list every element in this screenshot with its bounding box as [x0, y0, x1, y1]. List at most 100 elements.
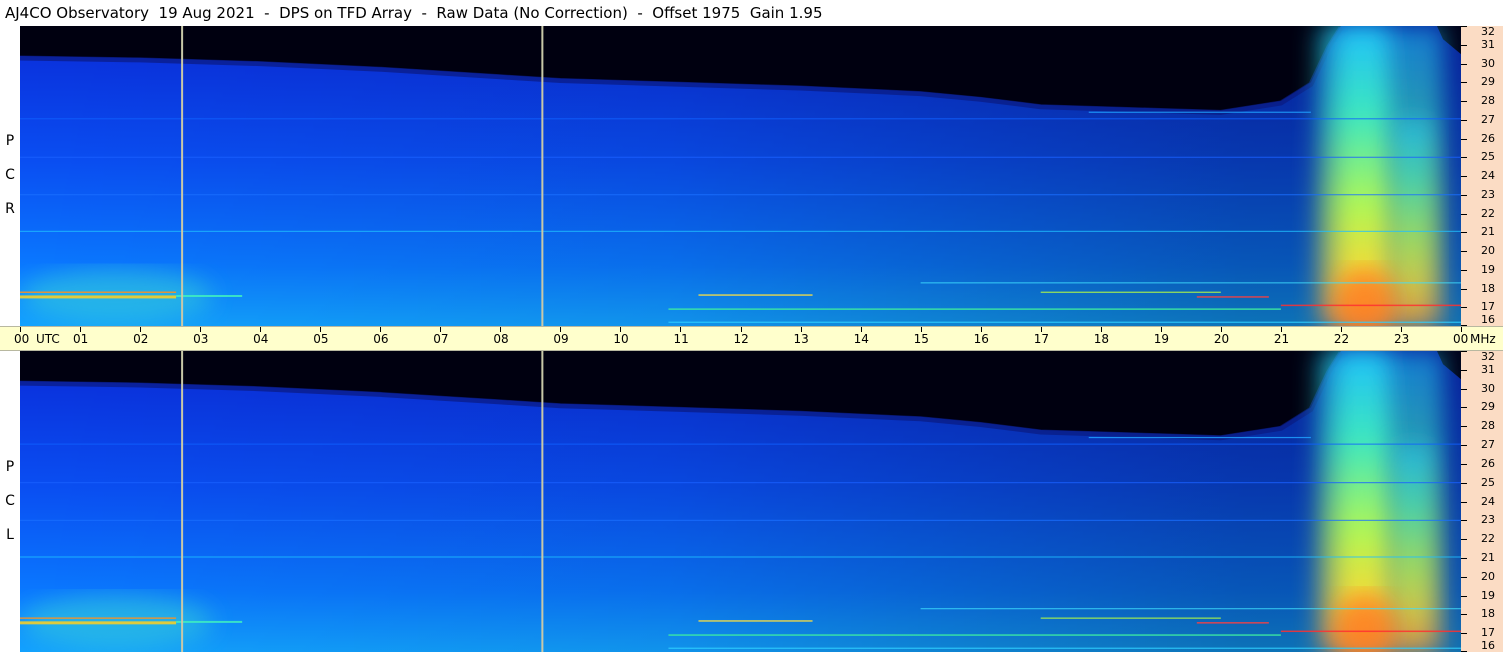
freq-tick-label: 20 — [1481, 244, 1495, 257]
freq-tick-mark — [1461, 369, 1467, 371]
freq-tick-mark — [1461, 119, 1467, 121]
time-tick-label: 14 — [853, 332, 869, 346]
time-tick-label: 18 — [1093, 332, 1110, 346]
freq-tick-label: 30 — [1481, 56, 1495, 70]
time-tick-label: 02 — [133, 332, 149, 346]
time-tick-label: 03 — [193, 332, 209, 346]
interference-streak — [20, 291, 177, 293]
rcp-frequency-axis: 32 31 30 29 28 27 26 25 24 23 22 21 20 19 18 17 16 — [1461, 26, 1503, 326]
freq-tick-mark — [1461, 351, 1467, 352]
time-marker-line — [541, 26, 544, 326]
freq-tick-mark — [1461, 651, 1467, 652]
freq-tick-mark — [1461, 557, 1467, 559]
freq-tick-mark — [1461, 288, 1467, 290]
freq-tick-label: 19 — [1481, 262, 1495, 276]
time-tick-label: 00 — [14, 332, 30, 346]
utc-unit-label: UTC — [36, 332, 60, 346]
freq-tick-label: 32 — [1481, 25, 1495, 38]
freq-tick-label: 29 — [1481, 400, 1495, 414]
mhz-unit-label: MHz — [1470, 332, 1496, 346]
freq-tick-label: 24 — [1481, 169, 1495, 182]
time-tick-label: 11 — [673, 332, 689, 346]
freq-tick-label: 17 — [1481, 300, 1495, 314]
freq-tick-label: 29 — [1481, 75, 1495, 89]
interference-streak — [20, 118, 1461, 120]
time-tick-label: 04 — [253, 332, 269, 346]
interference-streak — [920, 608, 1461, 610]
time-tick-label: 10 — [613, 332, 629, 346]
interference-streak — [20, 519, 1461, 521]
freq-tick-label: 25 — [1481, 475, 1495, 489]
freq-tick-mark — [1461, 520, 1467, 522]
freq-tick-mark — [1461, 482, 1467, 484]
chart-title: AJ4CO Observatory 19 Aug 2021 - DPS on T… — [5, 4, 823, 22]
interference-streak — [668, 647, 1461, 649]
time-tick-label: 21 — [1273, 332, 1290, 346]
interference-streak — [20, 295, 177, 299]
freq-tick-label: 21 — [1481, 225, 1495, 239]
rcp-panel-label: P C R — [2, 124, 18, 226]
freq-tick-label: 27 — [1481, 438, 1495, 452]
freq-tick-mark — [1461, 63, 1467, 65]
interference-streak — [20, 617, 177, 619]
freq-tick-mark — [1461, 26, 1467, 27]
lcp-spectrogram — [20, 351, 1461, 652]
time-marker-line — [541, 351, 544, 652]
freq-tick-mark — [1461, 157, 1467, 159]
freq-tick-mark — [1461, 269, 1467, 271]
interference-streak — [20, 621, 177, 625]
rcp-spectrogram — [20, 26, 1461, 326]
time-tick-label: 09 — [553, 332, 569, 346]
rcp-label-letter: R — [5, 201, 15, 217]
freq-tick-label: 25 — [1481, 150, 1495, 164]
noise-burst-secondary — [1394, 445, 1431, 652]
lcp-frequency-axis: 32 31 30 29 28 27 26 25 24 23 22 21 20 19 18 17 16 — [1461, 351, 1503, 652]
time-tick-label: 23 — [1393, 332, 1410, 346]
lcp-label-letter: P — [5, 459, 15, 475]
time-tick-label: 22 — [1333, 332, 1350, 346]
freq-tick-label: 27 — [1481, 112, 1495, 126]
interference-streak — [1088, 436, 1311, 439]
freq-tick-label: 22 — [1481, 206, 1495, 220]
freq-tick-mark — [1461, 576, 1467, 578]
interference-streak — [20, 156, 1461, 158]
freq-tick-mark — [1461, 614, 1467, 616]
interference-streak — [1280, 630, 1461, 633]
freq-tick-mark — [1461, 388, 1467, 390]
time-tick-label: 07 — [433, 332, 449, 346]
interference-streak — [1088, 111, 1311, 113]
freq-tick-label: 20 — [1481, 569, 1495, 583]
freq-tick-label: 26 — [1481, 131, 1495, 145]
freq-tick-mark — [1461, 307, 1467, 309]
interference-streak — [20, 482, 1461, 484]
freq-tick-label: 28 — [1481, 419, 1495, 433]
freq-tick-mark — [1461, 251, 1467, 252]
freq-tick-mark — [1461, 426, 1467, 428]
freq-tick-mark — [1461, 501, 1467, 503]
freq-tick-label: 26 — [1481, 456, 1495, 470]
time-tick-label: 15 — [913, 332, 929, 346]
freq-tick-label: 23 — [1481, 187, 1495, 201]
interference-streak — [176, 295, 243, 297]
freq-tick-mark — [1461, 407, 1467, 409]
interference-streak — [176, 620, 243, 623]
lcp-label-letter: C — [5, 493, 15, 509]
time-tick-label: 06 — [373, 332, 389, 346]
freq-tick-mark — [1461, 138, 1467, 140]
lcp-heatmap — [20, 351, 1461, 652]
time-tick-label: 20 — [1213, 332, 1230, 346]
interference-streak — [698, 294, 813, 296]
lcp-label-letter: L — [6, 527, 14, 543]
freq-tick-label: 21 — [1481, 550, 1495, 564]
freq-tick-label: 31 — [1481, 37, 1495, 51]
freq-tick-mark — [1461, 194, 1467, 196]
interference-streak — [20, 556, 1461, 558]
freq-tick-label: 31 — [1481, 362, 1495, 376]
time-axis: UTC MHz 00 01 02 03 04 05 06 07 08 09 10 11 12 13 14 15… — [0, 326, 1503, 351]
interference-streak — [1040, 617, 1221, 619]
freq-tick-label: 16 — [1481, 313, 1495, 326]
rcp-heatmap — [20, 26, 1461, 326]
time-tick-label: 08 — [493, 332, 509, 346]
time-tick-label: 12 — [733, 332, 749, 346]
time-tick-label: 17 — [1033, 332, 1049, 346]
